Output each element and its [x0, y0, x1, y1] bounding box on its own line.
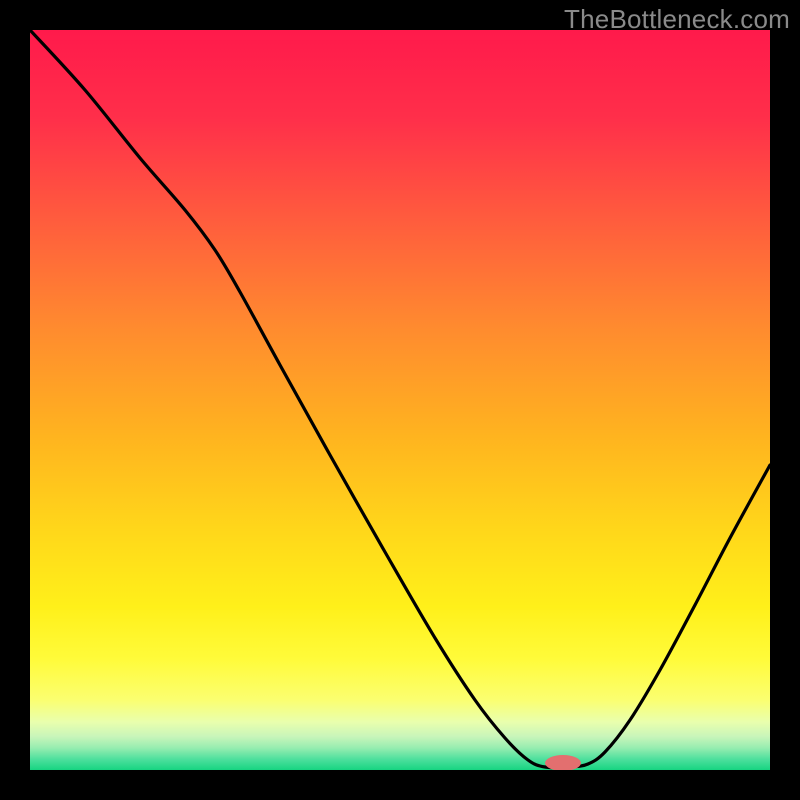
chart-canvas	[30, 30, 770, 770]
watermark-text: TheBottleneck.com	[564, 4, 790, 35]
chart-frame: TheBottleneck.com	[0, 0, 800, 800]
plot-area	[30, 30, 770, 770]
gradient-background	[30, 30, 770, 770]
